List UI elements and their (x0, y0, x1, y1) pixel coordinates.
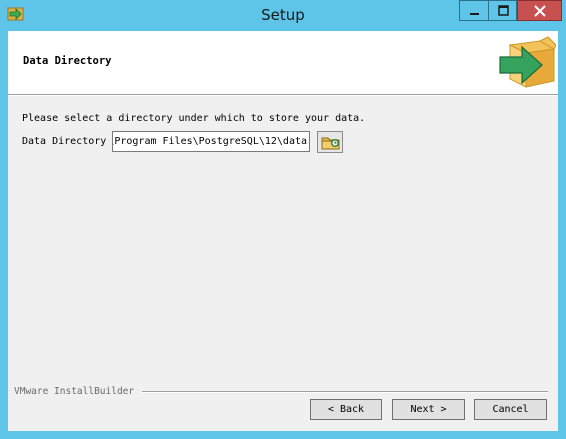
maximize-icon (498, 5, 509, 16)
directory-prompt: Please select a directory under which to… (22, 113, 366, 124)
minimize-icon (470, 13, 479, 15)
data-directory-value: C:\Program Files\PostgreSQL\12\data (112, 136, 307, 147)
data-directory-label: Data Directory (22, 136, 107, 147)
titlebar[interactable]: Setup (0, 0, 566, 30)
installer-brand: VMware InstallBuilder (14, 386, 135, 397)
setup-window: Setup Data Directory Please select a dir… (0, 0, 566, 439)
back-button[interactable]: < Back (310, 399, 382, 420)
footer-separator (142, 391, 548, 393)
data-directory-input[interactable]: C:\Program Files\PostgreSQL\12\data (112, 131, 310, 152)
setup-client-area: Data Directory Please select a directory… (8, 31, 558, 431)
page-title: Data Directory (23, 55, 112, 67)
minimize-button[interactable] (459, 0, 488, 21)
cancel-button[interactable]: Cancel (474, 399, 547, 420)
browse-button[interactable] (317, 131, 343, 153)
close-button[interactable] (517, 0, 562, 21)
close-icon (534, 5, 546, 17)
box-arrow-icon (499, 36, 556, 88)
header-separator (8, 94, 558, 96)
header-panel: Data Directory (8, 31, 558, 94)
next-button[interactable]: Next > (392, 399, 465, 420)
folder-browse-icon (321, 137, 340, 150)
maximize-button[interactable] (488, 0, 517, 21)
